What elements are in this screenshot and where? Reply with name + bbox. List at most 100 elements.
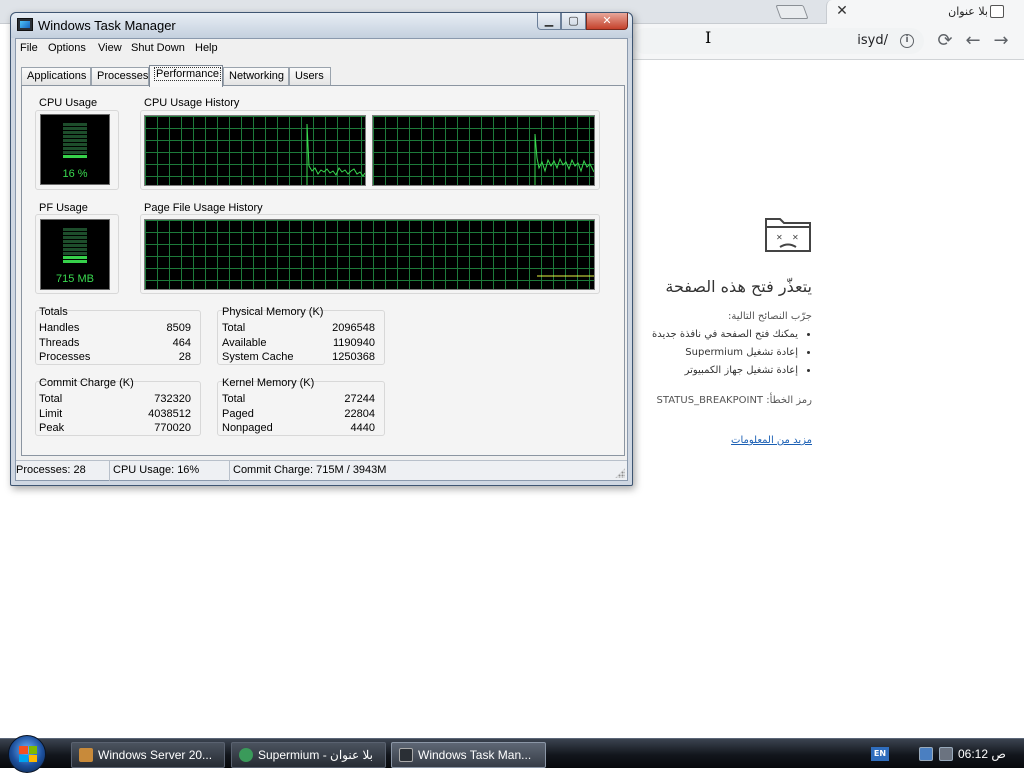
tab-users[interactable]: Users [289,67,331,85]
stat-row: Limit 4038512 [39,408,191,420]
supermium-icon [239,748,253,762]
kernel-memory-title: Kernel Memory (K) [222,377,315,389]
stat-row: Threads 464 [39,337,191,349]
pf-meter-segment [63,244,87,247]
error-title: يتعذّر فتح هذه الصفحة [665,277,812,296]
cpu-history-graph-2 [372,115,595,186]
pf-meter-segment [63,252,87,255]
back-icon[interactable]: ← [962,30,984,52]
volume-icon[interactable] [939,747,953,761]
pf-meter-segment [63,256,87,259]
physical-memory-group: Physical Memory (K) Total 2096548 Availab… [222,306,375,366]
svg-text:✕: ✕ [792,233,799,242]
error-suggestions: يمكنك فتح الصفحة في نافذة جديدة إعادة تش… [652,326,812,380]
browser-tab[interactable]: ✕ بلا عنوان [826,0,1024,24]
cpu-meter-segment [63,135,87,138]
pf-usage-meter: 715 MB [40,219,110,290]
cpu-meter-segment [63,143,87,146]
taskbar: Windows Server 20... Supermium - بلا عنو… [0,735,1024,773]
cpu-history-line-1 [306,123,366,185]
suggestion-item: إعادة تشغيل جهاز الكمبيوتر [652,362,798,380]
commit-charge-group: Commit Charge (K) Total 732320 Limit 40385… [39,377,191,437]
windows-logo-icon [19,746,37,762]
menu-help[interactable]: Help [195,42,218,54]
stat-row: Nonpaged 4440 [222,422,375,434]
pf-meter-segment [63,236,87,239]
cpu-usage-value: 16 % [62,168,88,180]
status-processes: Processes: 28 [16,461,110,481]
cpu-history-graph-1 [144,115,366,186]
reload-icon[interactable]: ⟳ [934,30,956,52]
task-manager-icon [17,18,33,31]
cpu-meter-segment [63,147,87,150]
menu-view[interactable]: View [98,42,122,54]
site-info-icon[interactable]: i [900,34,914,48]
address-bar[interactable]: i isyd/ [632,28,924,54]
cpu-meter-segment [63,155,87,158]
status-cpu: CPU Usage: 16% [113,461,230,481]
error-try-label: جرّب النصائح التالية: [728,311,812,322]
stat-row: Available 1190940 [222,337,375,349]
cpu-meter-segment [63,131,87,134]
clock[interactable]: 06:12 ص [958,747,1006,761]
taskbar-button-server[interactable]: Windows Server 20... [71,742,225,768]
new-tab-button[interactable] [775,5,809,19]
start-button[interactable] [8,735,46,773]
network-icon[interactable] [919,747,933,761]
language-indicator[interactable]: EN [871,747,889,761]
pf-meter-segment [63,248,87,251]
taskbar-button-supermium[interactable]: Supermium - بلا عنوان [231,742,386,768]
status-bar: Processes: 28 CPU Usage: 16% Commit Char… [16,460,627,481]
window-title: Windows Task Manager [38,18,176,33]
tab-applications[interactable]: Applications [21,67,91,85]
pf-usage-label: PF Usage [39,202,88,214]
pf-history-graph [144,219,595,290]
menu-options[interactable]: Options [48,42,86,54]
cpu-meter-segment [63,151,87,154]
more-info-link[interactable]: مزيد من المعلومات [731,435,812,446]
svg-text:✕: ✕ [776,233,783,242]
stat-row: Peak 770020 [39,422,191,434]
pf-meter-segment [63,240,87,243]
menu-file[interactable]: File [20,42,38,54]
pf-history-label: Page File Usage History [144,202,263,214]
menu-bar: File Options View Shut Down Help [16,39,627,59]
stat-row: Total 732320 [39,393,191,405]
cpu-meter-segment [63,123,87,126]
minimize-button[interactable]: ▁ [537,13,561,30]
sad-page-icon: ✕ ✕ [765,218,811,252]
cpu-meter-segment [63,139,87,142]
tab-processes[interactable]: Processes [91,67,149,85]
physical-memory-title: Physical Memory (K) [222,306,324,318]
close-button[interactable]: ✕ [586,13,628,30]
pf-meter-segment [63,260,87,263]
taskbar-button-task-manager[interactable]: Windows Task Man... [391,742,546,768]
commit-charge-title: Commit Charge (K) [39,377,134,389]
stat-row: Handles 8509 [39,322,191,334]
tab-favicon-icon [990,5,1004,18]
menu-shut-down[interactable]: Shut Down [131,42,185,54]
forward-icon[interactable]: → [990,30,1012,52]
title-bar[interactable]: Windows Task Manager ▁ ▢ ✕ [11,13,632,38]
tab-title: بلا عنوان [948,5,988,18]
task-manager-icon [399,748,413,762]
stat-row: System Cache 1250368 [222,351,375,363]
totals-title: Totals [39,306,68,318]
cpu-history-label: CPU Usage History [144,97,240,109]
window-client: File Options View Shut Down Help Applica… [15,38,628,481]
pf-usage-value: 715 MB [56,273,94,285]
stat-row: Paged 22804 [222,408,375,420]
tab-performance[interactable]: Performance [149,65,223,87]
cpu-meter-segment [63,127,87,130]
totals-group: Totals Handles 8509 Threads 464 Processes 2… [39,306,191,366]
kernel-memory-group: Kernel Memory (K) Total 27244 Paged 22804 … [222,377,375,437]
task-manager-window: Windows Task Manager ▁ ▢ ✕ File Options … [10,12,633,486]
tab-close-icon[interactable]: ✕ [835,3,849,19]
tab-networking[interactable]: Networking [223,67,289,85]
resize-grip-icon[interactable] [615,468,625,478]
cpu-history-line-2 [534,133,595,185]
address-text[interactable]: isyd/ [857,33,888,48]
maximize-button[interactable]: ▢ [561,13,586,30]
pf-meter-segment [63,232,87,235]
cpu-usage-label: CPU Usage [39,97,98,109]
